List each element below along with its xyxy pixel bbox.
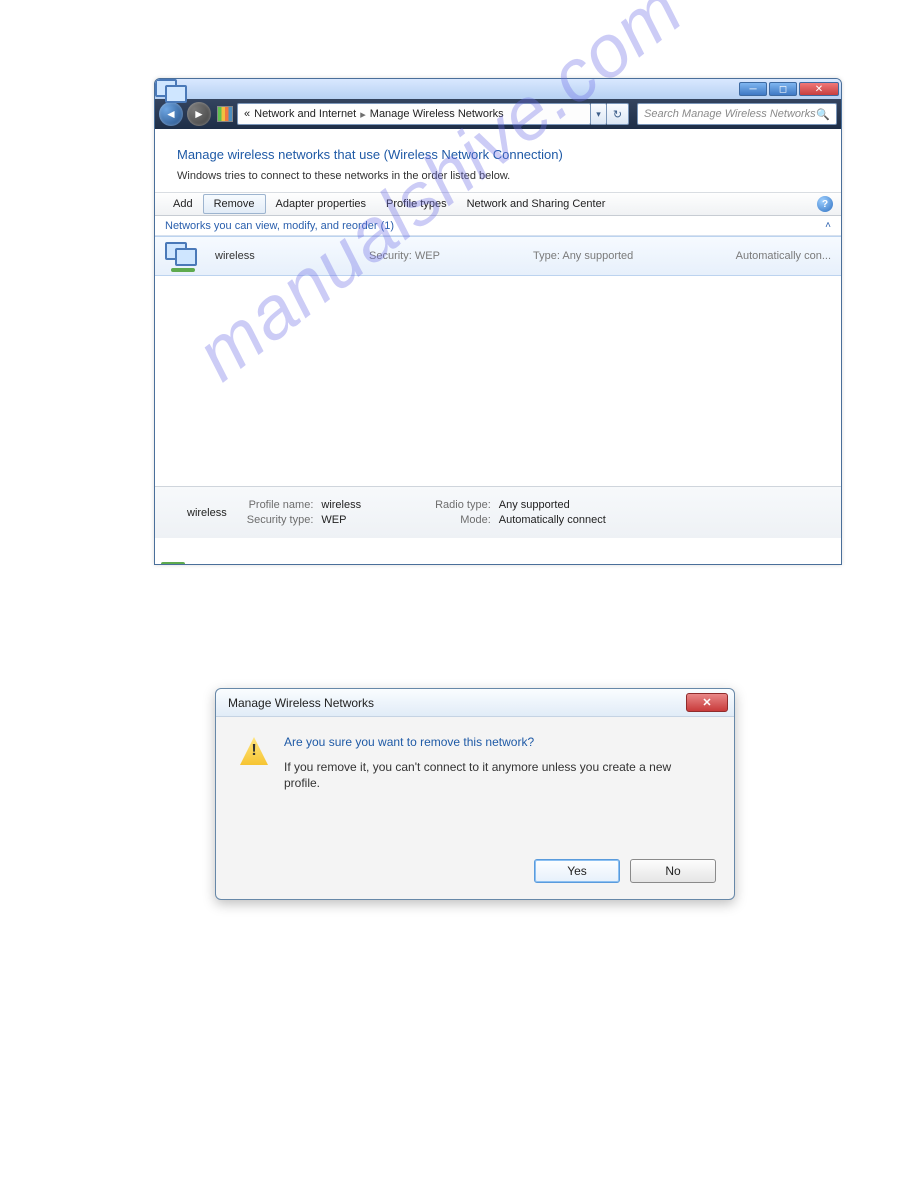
refresh-button[interactable]: ↻ — [607, 103, 629, 125]
group-header[interactable]: Networks you can view, modify, and reord… — [155, 216, 841, 236]
address-dropdown[interactable]: ▾ — [591, 103, 607, 125]
security-type-label: Security type: — [247, 514, 314, 526]
breadcrumb-item[interactable]: Network and Internet — [254, 108, 356, 120]
radio-type-value: Any supported — [499, 499, 606, 511]
manage-networks-window: ─ ◻ ✕ ◄ ► « Network and Internet ▸ Manag… — [154, 78, 842, 565]
dialog-buttons: Yes No — [534, 859, 716, 883]
network-security: Security: WEP — [369, 250, 519, 262]
no-button[interactable]: No — [630, 859, 716, 883]
signal-icon — [217, 106, 233, 122]
help-icon[interactable]: ? — [817, 196, 833, 212]
breadcrumb-prefix: « — [244, 108, 250, 120]
nav-bar: ◄ ► « Network and Internet ▸ Manage Wire… — [155, 99, 841, 129]
radio-type-label: Radio type: — [435, 499, 491, 511]
content-header: Manage wireless networks that use (Wirel… — [155, 129, 841, 192]
network-row[interactable]: wireless Security: WEP Type: Any support… — [155, 236, 841, 276]
remove-button[interactable]: Remove — [203, 194, 266, 214]
sharing-center-button[interactable]: Network and Sharing Center — [457, 195, 616, 213]
mode-value: Automatically connect — [499, 514, 606, 526]
network-name: wireless — [215, 250, 355, 262]
dialog-close-button[interactable]: ✕ — [686, 693, 728, 712]
window-titlebar: ─ ◻ ✕ — [155, 79, 841, 99]
dialog-titlebar: Manage Wireless Networks ✕ — [216, 689, 734, 717]
dialog-detail: If you remove it, you can't connect to i… — [284, 759, 684, 791]
network-auto: Automatically con... — [727, 250, 831, 262]
breadcrumb-item[interactable]: Manage Wireless Networks — [370, 108, 504, 120]
page-title: Manage wireless networks that use (Wirel… — [177, 147, 819, 162]
yes-button[interactable]: Yes — [534, 859, 620, 883]
security-type-value: WEP — [321, 514, 361, 526]
profile-name-label: Profile name: — [247, 499, 314, 511]
group-header-label: Networks you can view, modify, and reord… — [165, 220, 394, 232]
address-bar[interactable]: « Network and Internet ▸ Manage Wireless… — [237, 103, 591, 125]
minimize-button[interactable]: ─ — [739, 82, 767, 96]
dialog-text: Are you sure you want to remove this net… — [284, 735, 684, 791]
dialog-title: Manage Wireless Networks — [228, 696, 374, 710]
details-pane: wireless Profile name: wireless Security… — [155, 486, 841, 538]
dialog-question: Are you sure you want to remove this net… — [284, 735, 684, 749]
maximize-button[interactable]: ◻ — [769, 82, 797, 96]
search-input[interactable]: Search Manage Wireless Networks 🔍 — [637, 103, 837, 125]
forward-button[interactable]: ► — [187, 102, 211, 126]
toolbar: Add Remove Adapter properties Profile ty… — [155, 192, 841, 216]
dialog-body: ! Are you sure you want to remove this n… — [216, 717, 734, 791]
close-button[interactable]: ✕ — [799, 82, 839, 96]
details-name: wireless — [187, 507, 227, 519]
page-subtitle: Windows tries to connect to these networ… — [177, 170, 819, 182]
profile-name-value: wireless — [321, 499, 361, 511]
confirm-dialog: Manage Wireless Networks ✕ ! Are you sur… — [215, 688, 735, 900]
search-placeholder: Search Manage Wireless Networks — [644, 108, 816, 120]
mode-label: Mode: — [435, 514, 491, 526]
network-type: Type: Any supported — [533, 250, 713, 262]
warning-icon: ! — [240, 737, 268, 765]
network-list: wireless Security: WEP Type: Any support… — [155, 236, 841, 486]
chevron-up-icon[interactable]: ˄ — [825, 220, 831, 231]
profile-types-button[interactable]: Profile types — [376, 195, 457, 213]
search-icon: 🔍 — [816, 108, 830, 121]
add-button[interactable]: Add — [163, 195, 203, 213]
back-button[interactable]: ◄ — [159, 102, 183, 126]
adapter-properties-button[interactable]: Adapter properties — [266, 195, 377, 213]
network-icon — [165, 242, 201, 270]
chevron-right-icon: ▸ — [360, 108, 366, 121]
